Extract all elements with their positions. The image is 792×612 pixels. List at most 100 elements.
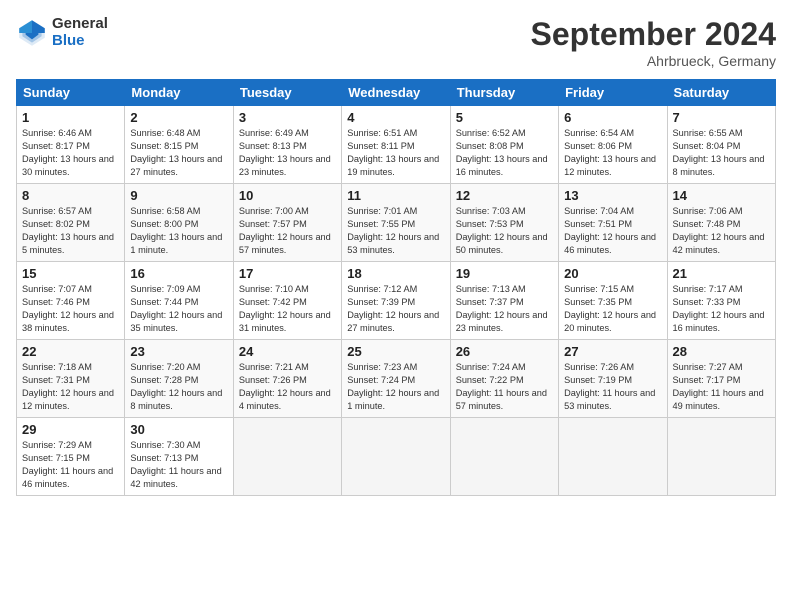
- day-info: Sunrise: 6:52 AMSunset: 8:08 PMDaylight:…: [456, 127, 553, 179]
- day-info: Sunrise: 6:48 AMSunset: 8:15 PMDaylight:…: [130, 127, 227, 179]
- logo-icon: [16, 17, 48, 49]
- day-number: 5: [456, 110, 553, 125]
- calendar-cell: 30 Sunrise: 7:30 AMSunset: 7:13 PMDayligh…: [125, 418, 233, 496]
- day-number: 22: [22, 344, 119, 359]
- calendar-cell: 26 Sunrise: 7:24 AMSunset: 7:22 PMDayligh…: [450, 340, 558, 418]
- day-info: Sunrise: 7:15 AMSunset: 7:35 PMDaylight:…: [564, 283, 661, 335]
- day-info: Sunrise: 6:51 AMSunset: 8:11 PMDaylight:…: [347, 127, 444, 179]
- calendar-cell: 8 Sunrise: 6:57 AMSunset: 8:02 PMDaylight…: [17, 184, 125, 262]
- day-info: Sunrise: 7:26 AMSunset: 7:19 PMDaylight:…: [564, 361, 661, 413]
- day-header-thursday: Thursday: [450, 80, 558, 106]
- calendar-cell: 24 Sunrise: 7:21 AMSunset: 7:26 PMDayligh…: [233, 340, 341, 418]
- calendar-cell: 14 Sunrise: 7:06 AMSunset: 7:48 PMDayligh…: [667, 184, 775, 262]
- calendar-cell: [233, 418, 341, 496]
- calendar-cell: 7Sunrise: 6:55 AMSunset: 8:04 PMDaylight…: [667, 106, 775, 184]
- calendar-cell: 4 Sunrise: 6:51 AMSunset: 8:11 PMDaylight…: [342, 106, 450, 184]
- calendar-cell: 19Sunrise: 7:13 AMSunset: 7:37 PMDayligh…: [450, 262, 558, 340]
- calendar-cell: 16 Sunrise: 7:09 AMSunset: 7:44 PMDayligh…: [125, 262, 233, 340]
- day-info: Sunrise: 7:07 AMSunset: 7:46 PMDaylight:…: [22, 283, 119, 335]
- day-number: 10: [239, 188, 336, 203]
- day-number: 2: [130, 110, 227, 125]
- calendar-week-3: 15 Sunrise: 7:07 AMSunset: 7:46 PMDayligh…: [17, 262, 776, 340]
- day-info: Sunrise: 7:12 AMSunset: 7:39 PMDaylight:…: [347, 283, 444, 335]
- month-title: September 2024: [531, 16, 776, 53]
- day-number: 7: [673, 110, 770, 125]
- day-number: 3: [239, 110, 336, 125]
- calendar-cell: 11 Sunrise: 7:01 AMSunset: 7:55 PMDayligh…: [342, 184, 450, 262]
- day-number: 26: [456, 344, 553, 359]
- day-number: 11: [347, 188, 444, 203]
- day-number: 25: [347, 344, 444, 359]
- day-info: Sunrise: 7:00 AMSunset: 7:57 PMDaylight:…: [239, 205, 336, 257]
- day-info: Sunrise: 7:06 AMSunset: 7:48 PMDaylight:…: [673, 205, 770, 257]
- day-number: 18: [347, 266, 444, 281]
- calendar-cell: 28Sunrise: 7:27 AMSunset: 7:17 PMDayligh…: [667, 340, 775, 418]
- day-header-sunday: Sunday: [17, 80, 125, 106]
- day-number: 4: [347, 110, 444, 125]
- calendar-cell: 3 Sunrise: 6:49 AMSunset: 8:13 PMDaylight…: [233, 106, 341, 184]
- logo-blue-text: Blue: [52, 33, 108, 50]
- calendar-cell: 6 Sunrise: 6:54 AMSunset: 8:06 PMDaylight…: [559, 106, 667, 184]
- day-info: Sunrise: 7:13 AMSunset: 7:37 PMDaylight:…: [456, 283, 553, 335]
- calendar-cell: [559, 418, 667, 496]
- day-info: Sunrise: 6:54 AMSunset: 8:06 PMDaylight:…: [564, 127, 661, 179]
- day-number: 12: [456, 188, 553, 203]
- day-number: 8: [22, 188, 119, 203]
- logo-text: General Blue: [52, 16, 108, 49]
- calendar-week-2: 8 Sunrise: 6:57 AMSunset: 8:02 PMDaylight…: [17, 184, 776, 262]
- calendar-cell: 18 Sunrise: 7:12 AMSunset: 7:39 PMDayligh…: [342, 262, 450, 340]
- day-info: Sunrise: 6:46 AMSunset: 8:17 PMDaylight:…: [22, 127, 119, 179]
- calendar-cell: 21Sunrise: 7:17 AMSunset: 7:33 PMDayligh…: [667, 262, 775, 340]
- day-number: 15: [22, 266, 119, 281]
- day-number: 13: [564, 188, 661, 203]
- day-number: 16: [130, 266, 227, 281]
- day-number: 14: [673, 188, 770, 203]
- calendar-cell: 17Sunrise: 7:10 AMSunset: 7:42 PMDayligh…: [233, 262, 341, 340]
- calendar-cell: 23 Sunrise: 7:20 AMSunset: 7:28 PMDayligh…: [125, 340, 233, 418]
- calendar-cell: 13 Sunrise: 7:04 AMSunset: 7:51 PMDayligh…: [559, 184, 667, 262]
- day-info: Sunrise: 7:18 AMSunset: 7:31 PMDaylight:…: [22, 361, 119, 413]
- day-header-monday: Monday: [125, 80, 233, 106]
- calendar-cell: 10 Sunrise: 7:00 AMSunset: 7:57 PMDayligh…: [233, 184, 341, 262]
- day-info: Sunrise: 7:24 AMSunset: 7:22 PMDaylight:…: [456, 361, 553, 413]
- day-info: Sunrise: 7:01 AMSunset: 7:55 PMDaylight:…: [347, 205, 444, 257]
- calendar-table: SundayMondayTuesdayWednesdayThursdayFrid…: [16, 79, 776, 496]
- day-number: 17: [239, 266, 336, 281]
- day-info: Sunrise: 6:58 AMSunset: 8:00 PMDaylight:…: [130, 205, 227, 257]
- calendar-cell: 2 Sunrise: 6:48 AMSunset: 8:15 PMDaylight…: [125, 106, 233, 184]
- day-number: 30: [130, 422, 227, 437]
- calendar-cell: 27Sunrise: 7:26 AMSunset: 7:19 PMDayligh…: [559, 340, 667, 418]
- day-info: Sunrise: 7:03 AMSunset: 7:53 PMDaylight:…: [456, 205, 553, 257]
- calendar-week-4: 22 Sunrise: 7:18 AMSunset: 7:31 PMDayligh…: [17, 340, 776, 418]
- day-number: 20: [564, 266, 661, 281]
- day-number: 1: [22, 110, 119, 125]
- calendar-cell: [667, 418, 775, 496]
- calendar-page: General Blue September 2024 Ahrbrueck, G…: [0, 0, 792, 612]
- day-number: 24: [239, 344, 336, 359]
- day-header-wednesday: Wednesday: [342, 80, 450, 106]
- day-info: Sunrise: 7:04 AMSunset: 7:51 PMDaylight:…: [564, 205, 661, 257]
- day-info: Sunrise: 7:30 AMSunset: 7:13 PMDaylight:…: [130, 439, 227, 491]
- day-info: Sunrise: 6:57 AMSunset: 8:02 PMDaylight:…: [22, 205, 119, 257]
- calendar-header-row: SundayMondayTuesdayWednesdayThursdayFrid…: [17, 80, 776, 106]
- logo-general-text: General: [52, 16, 108, 33]
- calendar-cell: [450, 418, 558, 496]
- calendar-cell: 15 Sunrise: 7:07 AMSunset: 7:46 PMDayligh…: [17, 262, 125, 340]
- calendar-cell: 29Sunrise: 7:29 AMSunset: 7:15 PMDayligh…: [17, 418, 125, 496]
- day-info: Sunrise: 7:09 AMSunset: 7:44 PMDaylight:…: [130, 283, 227, 335]
- day-number: 23: [130, 344, 227, 359]
- day-info: Sunrise: 7:17 AMSunset: 7:33 PMDaylight:…: [673, 283, 770, 335]
- day-info: Sunrise: 7:27 AMSunset: 7:17 PMDaylight:…: [673, 361, 770, 413]
- location: Ahrbrueck, Germany: [531, 53, 776, 69]
- day-info: Sunrise: 7:23 AMSunset: 7:24 PMDaylight:…: [347, 361, 444, 413]
- calendar-cell: 5 Sunrise: 6:52 AMSunset: 8:08 PMDaylight…: [450, 106, 558, 184]
- day-number: 6: [564, 110, 661, 125]
- calendar-cell: 22 Sunrise: 7:18 AMSunset: 7:31 PMDayligh…: [17, 340, 125, 418]
- day-info: Sunrise: 7:21 AMSunset: 7:26 PMDaylight:…: [239, 361, 336, 413]
- day-number: 29: [22, 422, 119, 437]
- calendar-cell: 1 Sunrise: 6:46 AMSunset: 8:17 PMDaylight…: [17, 106, 125, 184]
- day-info: Sunrise: 7:20 AMSunset: 7:28 PMDaylight:…: [130, 361, 227, 413]
- calendar-cell: [342, 418, 450, 496]
- calendar-week-1: 1 Sunrise: 6:46 AMSunset: 8:17 PMDaylight…: [17, 106, 776, 184]
- day-info: Sunrise: 6:49 AMSunset: 8:13 PMDaylight:…: [239, 127, 336, 179]
